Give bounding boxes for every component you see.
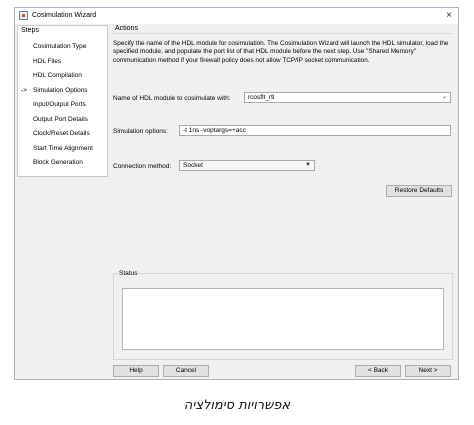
steps-list: Cosimulation Type HDL Files HDL Compilatio…	[18, 40, 107, 171]
steps-panel: Steps Cosimulation Type HDL Files HDL Comp…	[17, 25, 108, 177]
step-label: Start Time Alignment	[33, 144, 93, 152]
steps-header: Steps	[21, 27, 39, 34]
app-icon	[19, 11, 28, 20]
title-bar: Cosimulation Wizard ×	[15, 8, 458, 24]
figure-caption: אפשרויות סימולציה	[183, 398, 291, 413]
step-item[interactable]: HDL Compilation	[18, 69, 107, 84]
back-button[interactable]: < Back	[355, 365, 401, 377]
connection-method-select[interactable]: Socket ▼	[179, 160, 315, 171]
close-icon[interactable]: ×	[446, 10, 452, 21]
module-name-combobox[interactable]: rcosflt_rtl ⌄	[244, 92, 451, 103]
step-item[interactable]: Output Port Details	[18, 113, 107, 128]
sim-options-input[interactable]: -t 1ns -voptargs=+acc	[179, 125, 451, 136]
sim-options-label: Simulation options:	[113, 128, 168, 135]
cancel-button[interactable]: Cancel	[163, 365, 209, 377]
step-label: Output Port Details	[33, 115, 88, 123]
step-item[interactable]: Input/Output Ports	[18, 98, 107, 113]
status-label: Status	[118, 270, 139, 277]
step-label: Block Generation	[33, 159, 83, 166]
window-title: Cosimulation Wizard	[32, 12, 97, 19]
help-button[interactable]: Help	[113, 365, 159, 377]
connection-method-label: Connection method:	[113, 163, 172, 170]
step-item[interactable]: Clock/Reset Details	[18, 127, 107, 142]
step-item[interactable]: Start Time Alignment	[18, 142, 107, 157]
step-item[interactable]: -> Simulation Options	[18, 84, 107, 99]
step-item[interactable]: HDL Files	[18, 55, 107, 70]
module-name-value: rcosflt_rtl	[248, 94, 275, 101]
current-step-marker: ->	[21, 86, 27, 94]
actions-description: Specify the name of the HDL module for c…	[113, 40, 449, 64]
step-label: Simulation Options	[33, 86, 88, 94]
step-label: Input/Output Ports	[33, 101, 86, 108]
chevron-down-icon[interactable]: ⌄	[442, 93, 447, 102]
step-label: Clock/Reset Details	[33, 130, 90, 137]
actions-divider	[111, 33, 453, 34]
restore-defaults-button[interactable]: Restore Defaults	[386, 185, 452, 197]
step-label: HDL Files	[33, 57, 62, 65]
next-button[interactable]: Next >	[405, 365, 451, 377]
step-item[interactable]: Cosimulation Type	[18, 40, 107, 55]
sim-options-value: -t 1ns -voptargs=+acc	[183, 127, 246, 134]
dropdown-arrow-icon[interactable]: ▼	[305, 161, 311, 170]
module-name-label: Name of HDL module to cosimulate with:	[113, 95, 231, 102]
step-item[interactable]: Block Generation	[18, 156, 107, 171]
step-label: HDL Compilation	[33, 72, 82, 79]
actions-header: Actions	[115, 25, 138, 32]
status-text-area[interactable]	[122, 288, 444, 350]
connection-method-value: Socket	[183, 162, 203, 169]
step-label: Cosimulation Type	[33, 43, 87, 50]
cosimulation-wizard-window: Cosimulation Wizard × Steps Cosimulation…	[14, 7, 459, 380]
